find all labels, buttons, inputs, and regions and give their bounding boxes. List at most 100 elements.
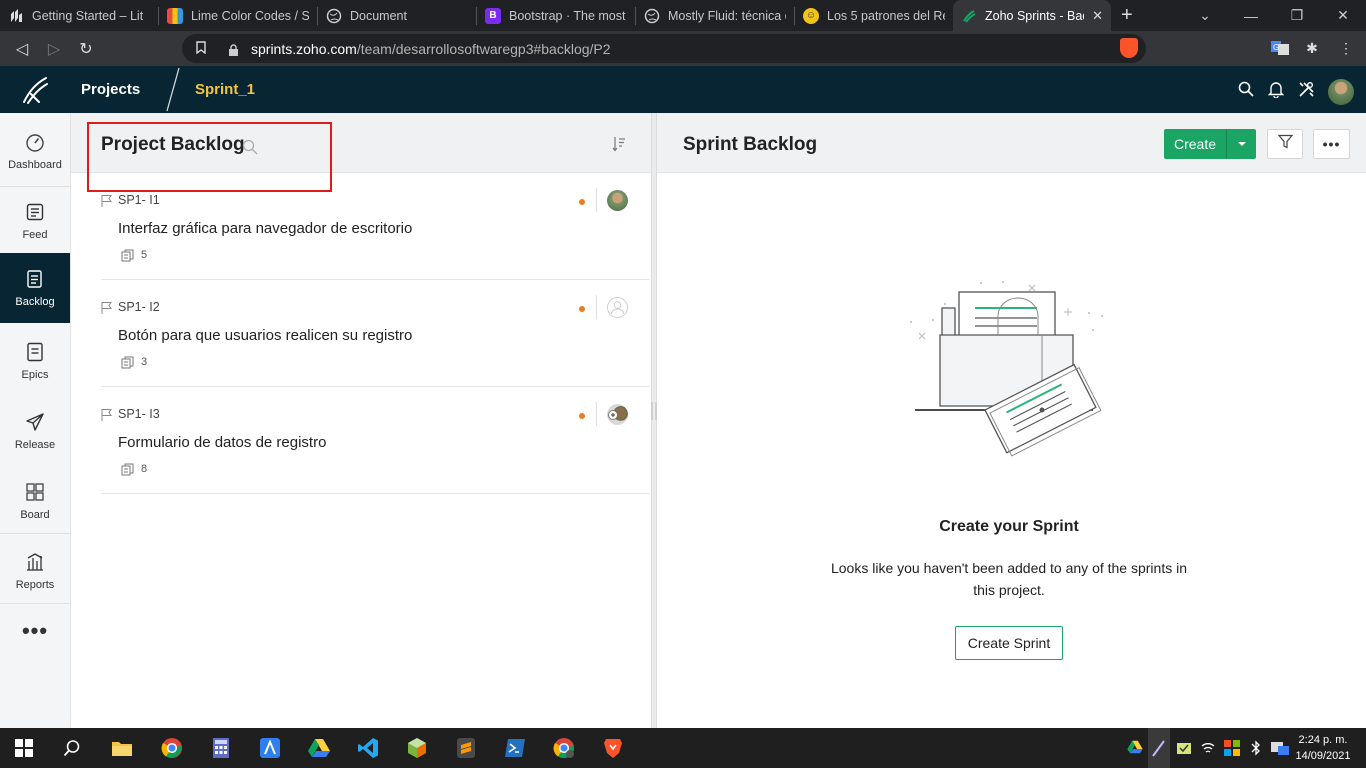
sprint-name[interactable]: Sprint_1 — [195, 81, 255, 98]
breadcrumb-separator — [166, 67, 180, 112]
file-explorer-icon[interactable] — [110, 736, 134, 760]
item-code: SP1- I3 — [118, 407, 160, 421]
sidebar-item-epics[interactable]: Epics — [0, 326, 70, 396]
sublime-text-icon[interactable] — [454, 736, 478, 760]
bell-icon[interactable] — [1265, 78, 1287, 100]
sprint-backlog-header: Sprint Backlog Create ••• — [657, 113, 1366, 173]
sidebar-item-board[interactable]: Board — [0, 466, 70, 536]
chrome-canary-icon[interactable] — [552, 736, 576, 760]
reload-button[interactable]: ↻ — [70, 39, 102, 59]
backlog-item[interactable]: SP1- I2 Botón para que usuarios realicen… — [101, 280, 649, 387]
browser-tab[interactable]: Document — [318, 0, 476, 31]
clock-date: 14/09/2021 — [1295, 750, 1351, 762]
vscode-icon[interactable] — [356, 736, 380, 760]
backlog-item[interactable]: SP1- I1 Interfaz gráfica para navegador … — [101, 173, 649, 280]
search-icon[interactable] — [1235, 78, 1257, 100]
globe-icon — [326, 8, 342, 24]
story-points: 5 — [141, 249, 148, 261]
sort-icon[interactable] — [612, 136, 626, 157]
windows-taskbar: 2:24 p. m. 14/09/2021 — [0, 728, 1366, 768]
menu-icon[interactable]: ⋮ — [1336, 38, 1356, 58]
security-tray-icon[interactable] — [1176, 740, 1192, 756]
story-points-icon — [121, 463, 135, 481]
sidebar-item-dashboard[interactable]: Dashboard — [0, 116, 70, 186]
address-bar[interactable]: sprints.zoho.com/team/desarrollosoftware… — [182, 34, 1146, 63]
forward-button[interactable]: ▷ — [38, 39, 70, 59]
cube-app-icon[interactable] — [405, 736, 429, 760]
priority-indicator — [579, 199, 585, 205]
close-window-button[interactable]: ✕ — [1320, 7, 1366, 24]
item-name[interactable]: Botón para que usuarios realicen su regi… — [118, 327, 412, 344]
filter-button[interactable] — [1267, 129, 1303, 159]
filter-icon — [1277, 134, 1293, 154]
backlog-icon — [24, 268, 46, 290]
browser-tab[interactable]: Lime Color Codes / Sha — [159, 0, 317, 31]
projects-link[interactable]: Projects — [81, 81, 140, 98]
flag-icon — [101, 301, 113, 320]
back-button[interactable]: ◁ — [6, 39, 38, 59]
zoho-sprints-logo[interactable] — [0, 66, 70, 113]
multiple-assignees-avatar[interactable] — [607, 404, 628, 425]
create-button[interactable]: Create — [1164, 129, 1256, 159]
item-name[interactable]: Formulario de datos de registro — [118, 434, 326, 451]
unassigned-user-icon[interactable] — [607, 297, 628, 318]
pen-tray-icon[interactable] — [1148, 728, 1170, 768]
new-tab-button[interactable]: + — [1121, 4, 1133, 27]
calculator-icon[interactable] — [209, 736, 233, 760]
bootstrap-icon: B — [485, 7, 501, 24]
browser-tab[interactable]: Mostly Fluid: técnica d — [636, 0, 794, 31]
smiley-icon: ☺ — [803, 7, 819, 24]
browser-tab[interactable]: Getting Started – Lit — [0, 0, 158, 31]
gauge-icon — [24, 131, 46, 153]
sidebar-item-feed[interactable]: Feed — [0, 186, 70, 256]
color-grid-icon — [167, 7, 183, 24]
translate-icon[interactable]: G — [1270, 38, 1290, 58]
chrome-icon[interactable] — [160, 736, 184, 760]
close-tab-icon[interactable]: ✕ — [1092, 8, 1103, 24]
wifi-icon[interactable] — [1200, 740, 1216, 756]
system-clock[interactable]: 2:24 p. m. 14/09/2021 — [1292, 732, 1354, 764]
browser-tab[interactable]: B Bootstrap · The most p — [477, 0, 635, 31]
item-name[interactable]: Interfaz gráfica para navegador de escri… — [118, 220, 412, 237]
google-drive-icon[interactable] — [307, 736, 331, 760]
more-nav-button[interactable]: ••• — [0, 618, 70, 644]
brave-shield-icon[interactable] — [1120, 38, 1138, 58]
google-drive-tray-icon[interactable] — [1127, 740, 1143, 756]
office-tray-icon[interactable] — [1224, 740, 1240, 756]
sidebar-item-release[interactable]: Release — [0, 396, 70, 466]
caret-down-icon[interactable] — [1227, 129, 1256, 159]
tab-search-icon[interactable]: ⌄ — [1182, 7, 1228, 24]
lock-icon — [228, 43, 239, 56]
create-sprint-button[interactable]: Create Sprint — [955, 626, 1063, 660]
backlog-item[interactable]: SP1- I3 Formulario de datos de registro … — [101, 387, 649, 494]
assignee-avatar[interactable] — [607, 190, 628, 211]
bluetooth-icon[interactable] — [1248, 740, 1264, 756]
bookmark-icon[interactable] — [196, 40, 206, 57]
search-icon[interactable] — [60, 736, 84, 760]
minimize-button[interactable]: — — [1228, 8, 1274, 24]
clock-time: 2:24 p. m. — [1298, 734, 1348, 746]
restore-button[interactable]: ❐ — [1274, 7, 1320, 24]
app-launcher-icon[interactable] — [258, 736, 282, 760]
create-button-label[interactable]: Create — [1164, 129, 1227, 159]
keyboard-language-icon[interactable] — [1270, 740, 1290, 756]
sidebar-item-reports[interactable]: Reports — [0, 536, 70, 606]
browser-tab[interactable]: ☺ Los 5 patrones del Res — [795, 0, 953, 31]
extensions-icon[interactable]: ✱ — [1302, 38, 1322, 58]
sidebar-item-backlog[interactable]: Backlog — [0, 253, 70, 323]
board-icon — [24, 481, 46, 503]
priority-indicator — [579, 413, 585, 419]
browser-tab-active[interactable]: Zoho Sprints - Bac ✕ — [953, 0, 1111, 31]
story-points-icon — [121, 249, 135, 267]
paper-plane-icon — [24, 411, 46, 433]
windows-start-icon[interactable] — [12, 736, 36, 760]
user-avatar[interactable] — [1328, 79, 1354, 105]
item-code: SP1- I1 — [118, 193, 160, 207]
tools-icon[interactable] — [1295, 78, 1317, 100]
app-header: Projects Sprint_1 — [0, 66, 1366, 113]
powershell-icon[interactable] — [503, 736, 527, 760]
brave-browser-icon[interactable] — [601, 736, 625, 760]
epics-icon — [24, 341, 46, 363]
more-options-button[interactable]: ••• — [1313, 129, 1350, 159]
lit-icon — [8, 8, 24, 24]
